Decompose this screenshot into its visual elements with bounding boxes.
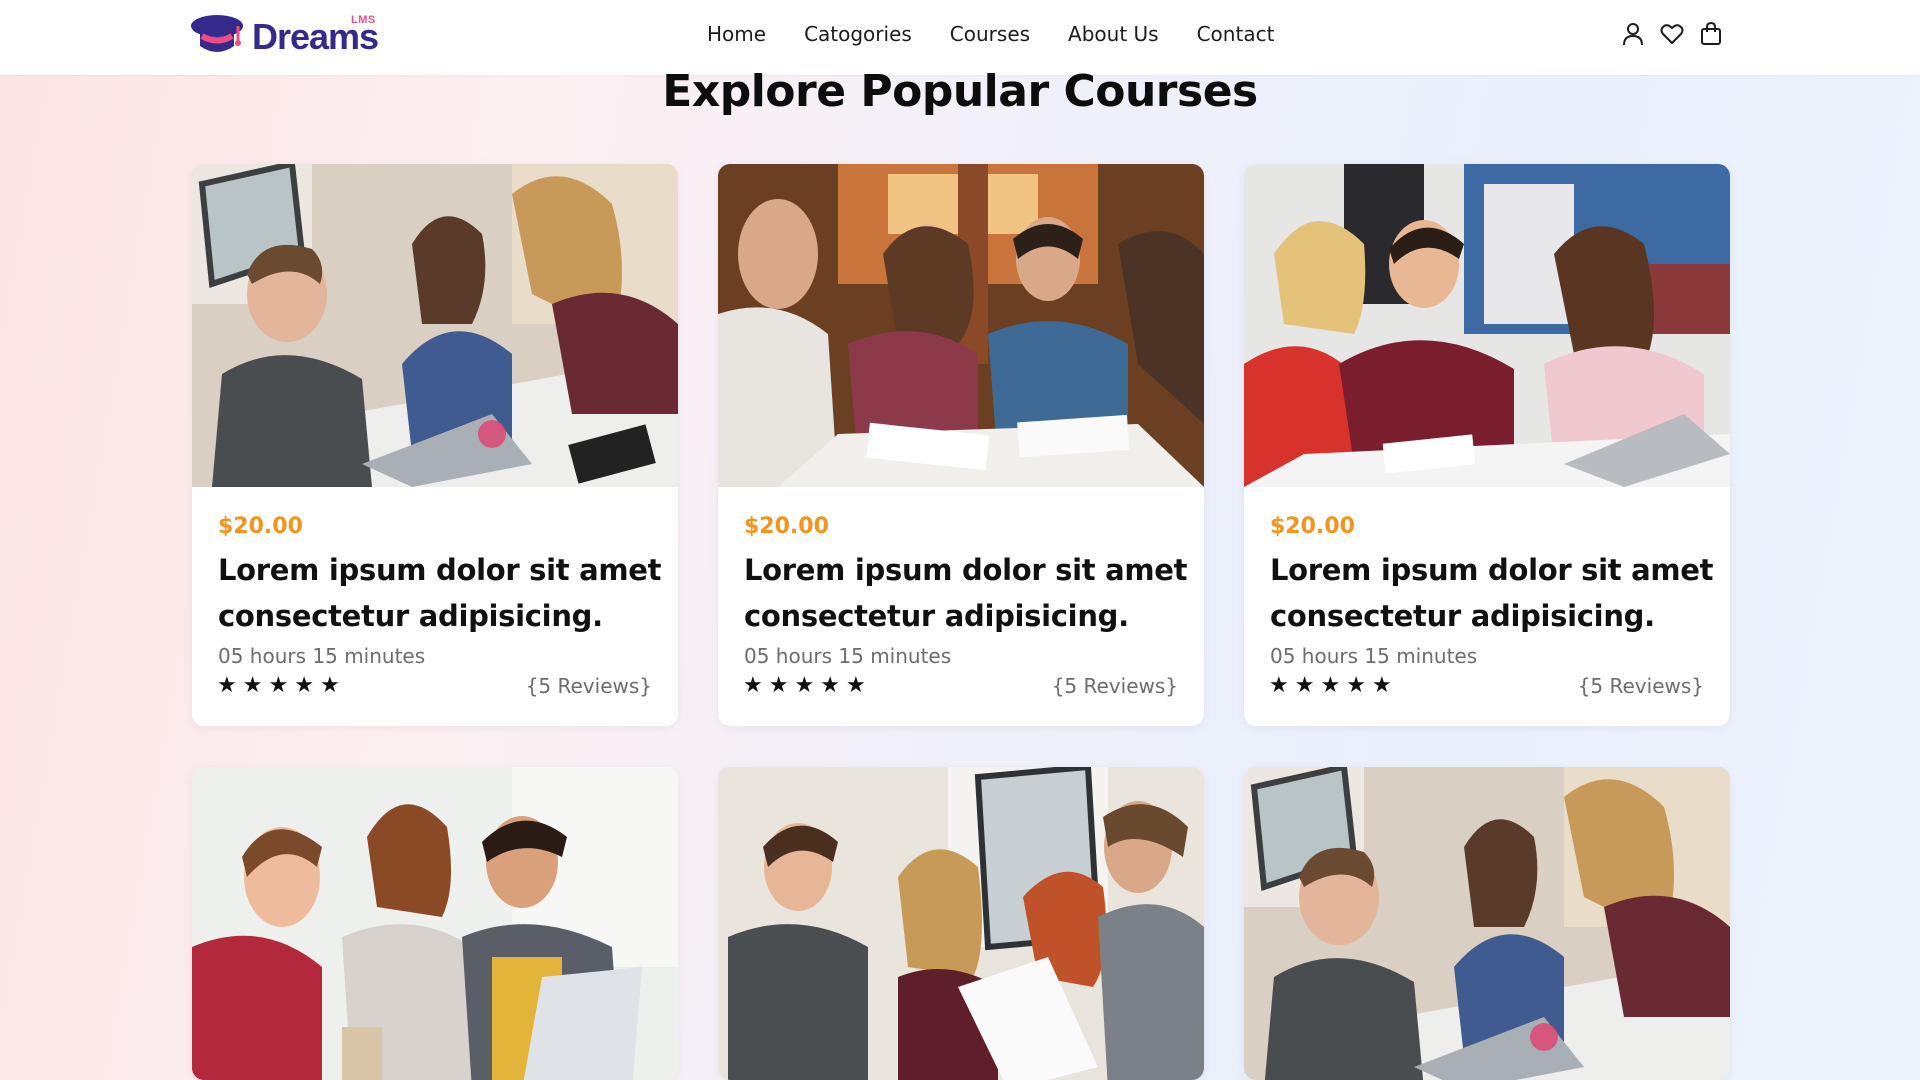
star-icon: ★ bbox=[1371, 672, 1392, 697]
students-laughing-at-laptop-photo bbox=[192, 767, 678, 1080]
user-icon[interactable] bbox=[1620, 20, 1645, 48]
course-title[interactable]: Lorem ipsum dolor sit amet consectetur a… bbox=[1270, 547, 1720, 639]
nav-item-contact[interactable]: Contact bbox=[1197, 21, 1275, 47]
star-rating: ★ ★ ★ ★ ★ bbox=[217, 672, 340, 698]
star-icon: ★ bbox=[794, 672, 815, 697]
star-icon: ★ bbox=[1269, 672, 1289, 697]
course-price: $20.00 bbox=[218, 514, 303, 539]
star-icon: ★ bbox=[268, 672, 289, 697]
review-count[interactable]: {5 Reviews} bbox=[526, 674, 652, 698]
star-icon: ★ bbox=[1294, 672, 1315, 697]
star-rating: ★ ★ ★ ★ ★ bbox=[1269, 672, 1392, 698]
students-reviewing-papers-photo bbox=[718, 767, 1204, 1080]
course-price: $20.00 bbox=[1270, 514, 1355, 539]
star-icon: ★ bbox=[242, 672, 263, 697]
star-icon: ★ bbox=[1320, 672, 1341, 697]
course-title[interactable]: Lorem ipsum dolor sit amet consectetur a… bbox=[218, 547, 668, 639]
section-title: Explore Popular Courses bbox=[662, 66, 1258, 117]
course-duration: 05 hours 15 minutes bbox=[218, 644, 426, 668]
main-nav: Home Catogories Courses About Us Contact bbox=[707, 21, 1274, 47]
star-icon: ★ bbox=[217, 672, 237, 697]
star-icon: ★ bbox=[319, 672, 340, 697]
brand-logo[interactable]: Dreams LMS bbox=[190, 11, 379, 61]
site-header: Dreams LMS Home Catogories Courses About… bbox=[0, 0, 1920, 75]
review-count[interactable]: {5 Reviews} bbox=[1052, 674, 1178, 698]
star-icon: ★ bbox=[294, 672, 314, 697]
nav-item-courses[interactable]: Courses bbox=[950, 21, 1030, 47]
review-count[interactable]: {5 Reviews} bbox=[1578, 674, 1704, 698]
course-card[interactable]: $20.00 Lorem ipsum dolor sit amet consec… bbox=[718, 164, 1204, 726]
brand-superscript: LMS bbox=[351, 14, 376, 26]
course-card[interactable]: $20.00 Lorem ipsum dolor sit amet consec… bbox=[1244, 164, 1730, 726]
course-price: $20.00 bbox=[744, 514, 829, 539]
star-icon: ★ bbox=[845, 672, 866, 697]
students-group-discussion-photo bbox=[718, 164, 1204, 487]
star-icon: ★ bbox=[1346, 672, 1366, 697]
nav-item-home[interactable]: Home bbox=[707, 21, 766, 47]
course-card[interactable] bbox=[192, 767, 678, 1080]
students-with-laptop-photo bbox=[1244, 164, 1730, 487]
course-card[interactable]: $20.00 Lorem ipsum dolor sit amet consec… bbox=[192, 164, 678, 726]
nav-item-about-us[interactable]: About Us bbox=[1068, 21, 1159, 47]
students-studying-at-table-photo bbox=[1244, 767, 1730, 1080]
students-studying-at-table-photo bbox=[192, 164, 678, 487]
star-icon: ★ bbox=[768, 672, 789, 697]
star-icon: ★ bbox=[743, 672, 763, 697]
star-rating: ★ ★ ★ ★ ★ bbox=[743, 672, 866, 698]
header-actions bbox=[1620, 20, 1723, 48]
course-duration: 05 hours 15 minutes bbox=[744, 644, 952, 668]
course-card[interactable] bbox=[718, 767, 1204, 1080]
course-title[interactable]: Lorem ipsum dolor sit amet consectetur a… bbox=[744, 547, 1194, 639]
course-card[interactable] bbox=[1244, 767, 1730, 1080]
shopping-bag-icon[interactable] bbox=[1698, 20, 1723, 48]
graduation-cap-icon bbox=[191, 15, 243, 52]
course-duration: 05 hours 15 minutes bbox=[1270, 644, 1478, 668]
star-icon: ★ bbox=[820, 672, 840, 697]
heart-icon[interactable] bbox=[1659, 20, 1684, 48]
nav-item-categories[interactable]: Catogories bbox=[804, 21, 912, 47]
